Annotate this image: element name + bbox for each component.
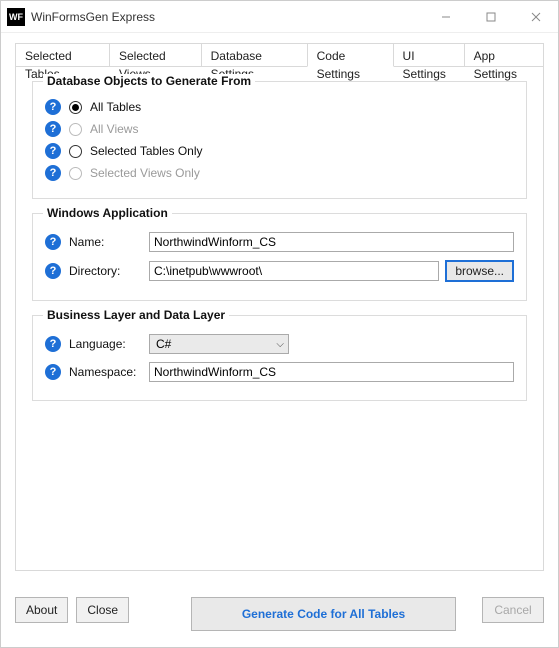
generate-code-button[interactable]: Generate Code for All Tables: [191, 597, 456, 631]
spacer: [137, 597, 183, 631]
radio-all-tables[interactable]: [69, 101, 82, 114]
minimize-button[interactable]: [423, 2, 468, 32]
tab-database-settings[interactable]: Database Settings: [201, 43, 308, 66]
footer-bar: About Close Generate Code for All Tables…: [1, 585, 558, 647]
input-app-name[interactable]: [149, 232, 514, 252]
app-window: WF WinFormsGen Express Selected Tables S…: [0, 0, 559, 648]
label-language: Language:: [69, 337, 149, 351]
about-button[interactable]: About: [15, 597, 68, 623]
tab-selected-tables[interactable]: Selected Tables: [15, 43, 110, 66]
help-icon[interactable]: ?: [45, 99, 61, 115]
browse-button[interactable]: browse...: [445, 260, 514, 282]
help-icon[interactable]: ?: [45, 143, 61, 159]
row-language: ? Language: C# ⌵: [45, 330, 514, 358]
option-all-tables[interactable]: ? All Tables: [45, 96, 514, 118]
group-business-layer: Business Layer and Data Layer ? Language…: [32, 315, 527, 401]
close-button[interactable]: Close: [76, 597, 129, 623]
label-directory: Directory:: [69, 264, 149, 278]
group-legend: Business Layer and Data Layer: [43, 308, 229, 322]
option-selected-tables[interactable]: ? Selected Tables Only: [45, 140, 514, 162]
option-all-views: ? All Views: [45, 118, 514, 140]
group-legend: Windows Application: [43, 206, 172, 220]
row-directory: ? Directory: browse...: [45, 256, 514, 286]
cancel-button: Cancel: [482, 597, 544, 623]
group-legend: Database Objects to Generate From: [43, 74, 255, 88]
radio-label: All Tables: [90, 100, 141, 114]
help-icon[interactable]: ?: [45, 234, 61, 250]
help-icon[interactable]: ?: [45, 121, 61, 137]
label-namespace: Namespace:: [69, 365, 149, 379]
radio-selected-tables[interactable]: [69, 145, 82, 158]
help-icon[interactable]: ?: [45, 364, 61, 380]
chevron-down-icon: ⌵: [276, 339, 284, 350]
tab-app-settings[interactable]: App Settings: [464, 43, 544, 66]
select-language[interactable]: C# ⌵: [149, 334, 289, 354]
input-directory[interactable]: [149, 261, 439, 281]
tab-selected-views[interactable]: Selected Views: [109, 43, 202, 66]
group-database-objects: Database Objects to Generate From ? All …: [32, 81, 527, 199]
radio-label: All Views: [90, 122, 138, 136]
help-icon[interactable]: ?: [45, 336, 61, 352]
titlebar: WF WinFormsGen Express: [1, 1, 558, 33]
radio-label: Selected Views Only: [90, 166, 200, 180]
group-windows-application: Windows Application ? Name: ? Directory:…: [32, 213, 527, 301]
window-title: WinFormsGen Express: [31, 10, 423, 24]
close-window-button[interactable]: [513, 2, 558, 32]
tab-strip: Selected Tables Selected Views Database …: [15, 43, 544, 67]
app-icon: WF: [7, 8, 25, 26]
client-area: Selected Tables Selected Views Database …: [1, 33, 558, 585]
help-icon[interactable]: ?: [45, 263, 61, 279]
tab-code-settings[interactable]: Code Settings: [307, 43, 394, 67]
select-value: C#: [156, 337, 171, 351]
row-app-name: ? Name:: [45, 228, 514, 256]
tab-ui-settings[interactable]: UI Settings: [393, 43, 465, 66]
help-icon[interactable]: ?: [45, 165, 61, 181]
row-namespace: ? Namespace:: [45, 358, 514, 386]
radio-label: Selected Tables Only: [90, 144, 203, 158]
label-name: Name:: [69, 235, 149, 249]
radio-selected-views: [69, 167, 82, 180]
maximize-button[interactable]: [468, 2, 513, 32]
input-namespace[interactable]: [149, 362, 514, 382]
window-controls: [423, 2, 558, 32]
option-selected-views: ? Selected Views Only: [45, 162, 514, 184]
radio-all-views: [69, 123, 82, 136]
spacer: [464, 597, 474, 631]
tab-content-code-settings: Database Objects to Generate From ? All …: [15, 67, 544, 571]
